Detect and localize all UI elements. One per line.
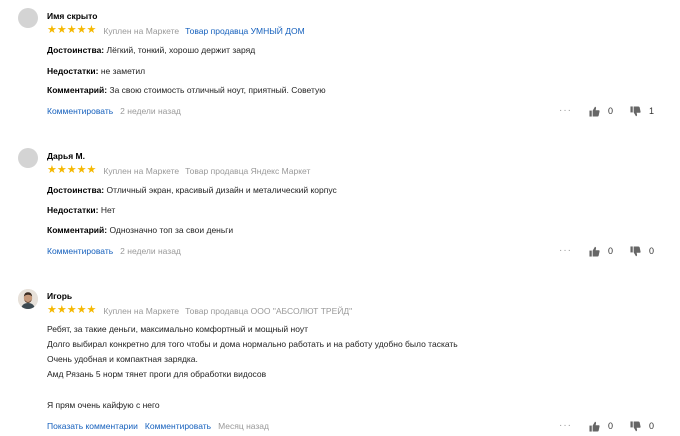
more-dots-icon[interactable]: ··· xyxy=(559,246,572,256)
rating-stars: ★ ★ ★ ★ ★ xyxy=(47,25,96,36)
pros-label: Достоинства: xyxy=(47,185,105,195)
star-icon: ★ xyxy=(66,304,77,316)
show-comments-link[interactable]: Показать комментарии xyxy=(47,421,138,431)
rating-stars: ★ ★ ★ ★ ★ xyxy=(47,305,96,316)
avatar xyxy=(18,289,38,309)
seller-link[interactable]: Товар продавца ООО "АБСОЛЮТ ТРЕЙД" xyxy=(185,306,352,316)
comment-link[interactable]: Комментировать xyxy=(47,106,113,116)
star-icon: ★ xyxy=(56,24,67,36)
more-dots-icon[interactable]: ··· xyxy=(559,106,572,116)
review-meta: ★ ★ ★ ★ ★ Куплен на Маркете Товар продавца О… xyxy=(47,305,352,316)
rating-stars: ★ ★ ★ ★ ★ xyxy=(47,165,96,176)
review-footer: Показать комментарии Комментировать Меся… xyxy=(47,421,269,431)
star-icon: ★ xyxy=(56,304,67,316)
review-date: 2 недели назад xyxy=(120,106,181,116)
thumb-down-icon[interactable] xyxy=(630,245,641,257)
cons-row: Недостатки: Нет xyxy=(47,205,115,215)
thumb-up-icon[interactable] xyxy=(589,246,600,257)
review-text-line: Долго выбирал конкретно для того чтобы и… xyxy=(47,339,458,349)
avatar xyxy=(18,8,38,28)
review-actions: ··· 0 0 xyxy=(559,245,657,257)
review-text-line: Ребят, за такие деньги, максимально комф… xyxy=(47,324,308,334)
review-text-line: Очень удобная и компактная зарядка. xyxy=(47,354,198,364)
comment-label: Комментарий: xyxy=(47,85,108,95)
star-icon: ★ xyxy=(76,24,87,36)
review-author: Игорь xyxy=(47,291,73,301)
bought-on-market-label: Куплен на Маркете xyxy=(103,25,180,36)
likes-count: 0 xyxy=(608,106,614,116)
cons-text: Нет xyxy=(100,205,116,215)
thumb-down-icon[interactable] xyxy=(630,420,641,432)
review-text-line: Я прям очень кайфую с него xyxy=(47,400,160,410)
comment-label: Комментарий: xyxy=(47,225,108,235)
thumb-up-icon[interactable] xyxy=(589,106,600,117)
star-icon: ★ xyxy=(86,24,97,36)
pros-label: Достоинства: xyxy=(47,45,105,55)
more-dots-icon[interactable]: ··· xyxy=(559,421,572,431)
star-icon: ★ xyxy=(76,164,87,176)
cons-text: не заметил xyxy=(100,66,146,76)
bought-on-market-label: Куплен на Маркете xyxy=(103,305,180,316)
pros-text: Отличный экран, красивый дизайн и метали… xyxy=(106,185,337,195)
thumb-down-icon[interactable] xyxy=(630,105,641,117)
star-icon: ★ xyxy=(47,304,57,316)
comment-link[interactable]: Комментировать xyxy=(47,246,113,256)
pros-row: Достоинства: Отличный экран, красивый ди… xyxy=(47,185,337,195)
review-meta: ★ ★ ★ ★ ★ Куплен на Маркете Товар продавца У… xyxy=(47,25,305,36)
pros-text: Лёгкий, тонкий, хорошо держит заряд xyxy=(106,45,256,55)
star-icon: ★ xyxy=(47,24,57,36)
review-author: Дарья М. xyxy=(47,151,85,161)
review-actions: ··· 0 1 xyxy=(559,105,657,117)
review-actions: ··· 0 0 xyxy=(559,420,657,432)
user-photo-icon xyxy=(18,289,38,309)
review-footer: Комментировать 2 недели назад xyxy=(47,246,181,256)
dislikes-count: 1 xyxy=(649,106,655,116)
review-author: Имя скрыто xyxy=(47,11,98,21)
review-meta: ★ ★ ★ ★ ★ Куплен на Маркете Товар продавца Я… xyxy=(47,165,310,176)
star-icon: ★ xyxy=(56,164,67,176)
pros-row: Достоинства: Лёгкий, тонкий, хорошо держ… xyxy=(47,45,255,55)
thumb-up-icon[interactable] xyxy=(589,421,600,432)
comment-link[interactable]: Комментировать xyxy=(145,421,211,431)
likes-count: 0 xyxy=(608,246,614,256)
cons-row: Недостатки: не заметил xyxy=(47,66,145,76)
dislikes-count: 0 xyxy=(649,246,655,256)
review-date: Месяц назад xyxy=(218,421,269,431)
avatar xyxy=(18,148,38,168)
comment-row: Комментарий: Однозначно топ за свои день… xyxy=(47,225,233,235)
likes-count: 0 xyxy=(608,421,614,431)
star-icon: ★ xyxy=(86,164,97,176)
comment-row: Комментарий: За свою стоимость отличный … xyxy=(47,85,326,95)
review-date: 2 недели назад xyxy=(120,246,181,256)
seller-link[interactable]: Товар продавца УМНЫЙ ДОМ xyxy=(185,26,305,36)
star-icon: ★ xyxy=(47,164,57,176)
dislikes-count: 0 xyxy=(649,421,655,431)
review-footer: Комментировать 2 недели назад xyxy=(47,106,181,116)
star-icon: ★ xyxy=(76,304,87,316)
comment-text: За свою стоимость отличный ноут, приятны… xyxy=(109,85,326,95)
review-text-line: Амд Рязань 5 норм тянет проги для обрабо… xyxy=(47,369,267,379)
star-icon: ★ xyxy=(66,24,77,36)
cons-label: Недостатки: xyxy=(47,205,99,215)
seller-link[interactable]: Товар продавца Яндекс Маркет xyxy=(185,166,310,176)
bought-on-market-label: Куплен на Маркете xyxy=(103,165,180,176)
comment-text: Однозначно топ за свои деньги xyxy=(109,225,234,235)
star-icon: ★ xyxy=(66,164,77,176)
star-icon: ★ xyxy=(86,304,97,316)
cons-label: Недостатки: xyxy=(47,66,99,76)
